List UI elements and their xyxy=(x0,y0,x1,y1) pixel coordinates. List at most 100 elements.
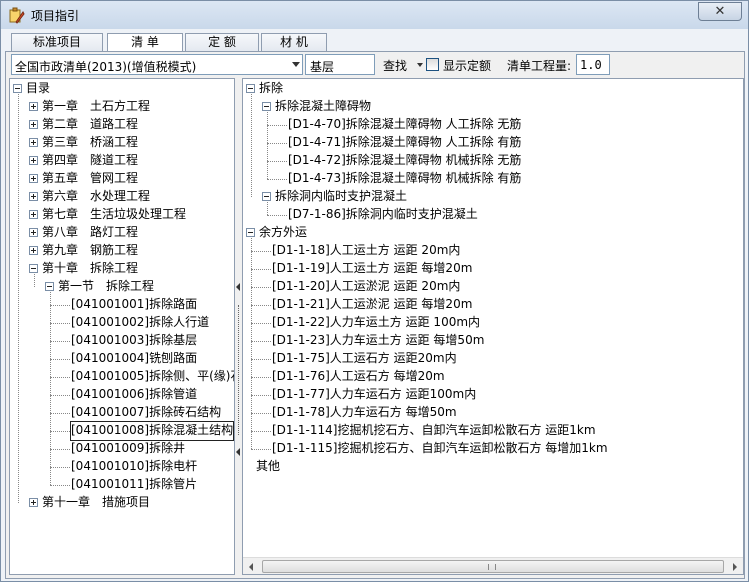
collapse-left-icon-2[interactable] xyxy=(236,448,240,456)
chevron-down-icon[interactable] xyxy=(292,62,300,67)
tree-node[interactable]: 第十章 拆除工程 xyxy=(42,260,138,278)
tree-node[interactable]: [D7-1-86]拆除洞内临时支护混凝土 xyxy=(288,206,478,224)
tree-node[interactable]: [041001003]拆除基层 xyxy=(71,332,197,350)
tree-connector xyxy=(50,341,70,342)
tree-node[interactable]: 第五章 管网工程 xyxy=(42,170,138,188)
tree-node[interactable]: [D1-1-20]人工运淤泥 运距 20m内 xyxy=(272,278,460,296)
guide-tree[interactable]: 拆除 拆除混凝土障碍物 [D1-4-70]拆除混凝土障碍物 人工拆除 无筋 [D1-4… xyxy=(242,78,744,575)
tree-node[interactable]: [D1-1-18]人工运土方 运距 20m内 xyxy=(272,242,460,260)
close-button[interactable]: ✕ xyxy=(698,2,742,21)
project-guide-window: 项目指引 ✕ 标准项目 清 单 定 额 材 机 全国市政清单(2013)(增值税… xyxy=(0,0,749,582)
tree-guide-line xyxy=(251,238,252,449)
tree-node[interactable]: 第一章 土石方工程 xyxy=(42,98,150,116)
library-select[interactable]: 全国市政清单(2013)(增值税模式) xyxy=(11,54,303,75)
search-input[interactable]: 基层 xyxy=(305,54,375,75)
collapse-minus-icon[interactable] xyxy=(29,264,38,273)
tree-node[interactable]: 第十一章 措施项目 xyxy=(42,494,150,512)
expand-plus-icon[interactable] xyxy=(29,246,38,255)
tree-node[interactable]: [D1-1-22]人力车运土方 运距 100m内 xyxy=(272,314,480,332)
collapse-minus-icon[interactable] xyxy=(45,282,54,291)
splitter-grip[interactable] xyxy=(238,305,239,435)
tree-guide-line xyxy=(34,274,35,287)
bill-qty-input[interactable]: 1.0 xyxy=(576,54,610,75)
expand-plus-icon[interactable] xyxy=(29,138,38,147)
tree-node[interactable]: [D1-1-77]人力车运石方 运距100m内 xyxy=(272,386,476,404)
tree-node[interactable]: 第三章 桥涵工程 xyxy=(42,134,138,152)
collapse-minus-icon[interactable] xyxy=(246,84,255,93)
collapse-minus-icon[interactable] xyxy=(262,192,271,201)
tree-node[interactable]: [041001004]铣刨路面 xyxy=(71,350,197,368)
tree-node[interactable]: [041001010]拆除电杆 xyxy=(71,458,197,476)
tree-guide-line xyxy=(251,94,252,197)
arrow-right-icon xyxy=(733,563,737,571)
expand-plus-icon[interactable] xyxy=(29,174,38,183)
scroll-right-button[interactable] xyxy=(726,558,743,574)
tree-node[interactable]: [041001009]拆除井 xyxy=(71,440,185,458)
pane-splitter[interactable] xyxy=(235,78,242,575)
expand-plus-icon[interactable] xyxy=(29,228,38,237)
tab-materials[interactable]: 材 机 xyxy=(261,33,327,51)
show-quota-label[interactable]: 显示定额 xyxy=(443,57,491,74)
expand-plus-icon[interactable] xyxy=(29,120,38,129)
expand-plus-icon[interactable] xyxy=(29,192,38,201)
tree-node[interactable]: [D1-1-19]人工运土方 运距 每增20m xyxy=(272,260,472,278)
collapse-minus-icon[interactable] xyxy=(246,228,255,237)
tree-node[interactable]: [D1-4-70]拆除混凝土障碍物 人工拆除 无筋 xyxy=(288,116,521,134)
tree-node[interactable]: [D1-1-115]挖掘机挖石方、自卸汽车运卸松散石方 每增加1km xyxy=(272,440,608,458)
tree-node[interactable]: 第九章 钢筋工程 xyxy=(42,242,138,260)
tree-connector xyxy=(267,161,287,162)
expand-plus-icon[interactable] xyxy=(29,102,38,111)
collapse-minus-icon[interactable] xyxy=(13,84,22,93)
tree-node[interactable]: [041001011]拆除管片 xyxy=(71,476,197,494)
tree-node[interactable]: 第二章 道路工程 xyxy=(42,116,138,134)
tree-node[interactable]: 第一节 拆除工程 xyxy=(58,278,154,296)
tree-node[interactable]: [041001001]拆除路面 xyxy=(71,296,197,314)
tree-node[interactable]: [041001005]拆除侧、平(缘)石 xyxy=(71,368,234,386)
collapse-minus-icon[interactable] xyxy=(262,102,271,111)
expand-plus-icon[interactable] xyxy=(29,156,38,165)
tree-node[interactable]: 目录 xyxy=(26,80,50,98)
tree-node[interactable]: [D1-1-114]挖掘机挖石方、自卸汽车运卸松散石方 运距1km xyxy=(272,422,596,440)
tree-guide-line xyxy=(18,94,19,503)
tree-node[interactable]: [041001002]拆除人行道 xyxy=(71,314,209,332)
tree-node[interactable]: [D1-1-78]人力车运石方 每增50m xyxy=(272,404,457,422)
tab-bill[interactable]: 清 单 xyxy=(107,33,183,52)
title-bar[interactable]: 项目指引 ✕ xyxy=(1,1,748,29)
tree-node[interactable]: 拆除混凝土障碍物 xyxy=(275,98,371,116)
tree-node[interactable]: [D1-4-72]拆除混凝土障碍物 机械拆除 无筋 xyxy=(288,152,521,170)
tree-connector xyxy=(267,179,287,180)
tree-node[interactable]: 拆除洞内临时支护混凝土 xyxy=(275,188,407,206)
tree-node[interactable]: [D1-1-23]人力车运土方 运距 每增50m xyxy=(272,332,484,350)
tree-node[interactable]: [D1-4-71]拆除混凝土障碍物 人工拆除 有筋 xyxy=(288,134,521,152)
tree-node[interactable]: 第七章 生活垃圾处理工程 xyxy=(42,206,186,224)
tree-node[interactable]: [D1-4-73]拆除混凝土障碍物 机械拆除 有筋 xyxy=(288,170,521,188)
tree-guide-line xyxy=(267,202,268,215)
tree-node[interactable]: 第六章 水处理工程 xyxy=(42,188,150,206)
tree-node[interactable]: [D1-1-75]人工运石方 运距20m内 xyxy=(272,350,457,368)
tree-node[interactable]: [041001006]拆除管道 xyxy=(71,386,197,404)
scroll-left-button[interactable] xyxy=(243,558,260,574)
scroll-thumb[interactable] xyxy=(262,560,724,573)
tree-node[interactable]: [D1-1-76]人工运石方 每增20m xyxy=(272,368,445,386)
tree-guide-line xyxy=(267,112,268,179)
tree-node-selected[interactable]: [041001008]拆除混凝土结构 xyxy=(69,421,234,441)
tree-node[interactable]: [D1-1-21]人工运淤泥 运距 每增20m xyxy=(272,296,472,314)
tree-node[interactable]: 其他 xyxy=(256,458,280,476)
tree-node[interactable]: 余方外运 xyxy=(259,224,307,242)
tab-standard-items[interactable]: 标准项目 xyxy=(11,33,103,51)
show-quota-checkbox[interactable] xyxy=(426,58,439,71)
find-button[interactable]: 查找 xyxy=(383,57,407,74)
tab-quota[interactable]: 定 额 xyxy=(185,33,259,51)
horizontal-scrollbar[interactable] xyxy=(243,557,743,574)
expand-plus-icon[interactable] xyxy=(29,498,38,507)
collapse-left-icon[interactable] xyxy=(236,283,240,291)
find-dropdown-icon[interactable] xyxy=(417,63,423,67)
catalog-tree[interactable]: 目录 第一章 土石方工程 第二章 道路工程 第三章 桥涵工程 第四章 隧道工程 第五章 管… xyxy=(9,78,235,575)
tree-connector xyxy=(50,485,70,486)
tree-connector xyxy=(251,395,271,396)
tree-node[interactable]: 第八章 路灯工程 xyxy=(42,224,138,242)
tree-node[interactable]: 拆除 xyxy=(259,80,283,98)
expand-plus-icon[interactable] xyxy=(29,210,38,219)
tree-node[interactable]: [041001007]拆除砖石结构 xyxy=(71,404,221,422)
tree-node[interactable]: 第四章 隧道工程 xyxy=(42,152,138,170)
